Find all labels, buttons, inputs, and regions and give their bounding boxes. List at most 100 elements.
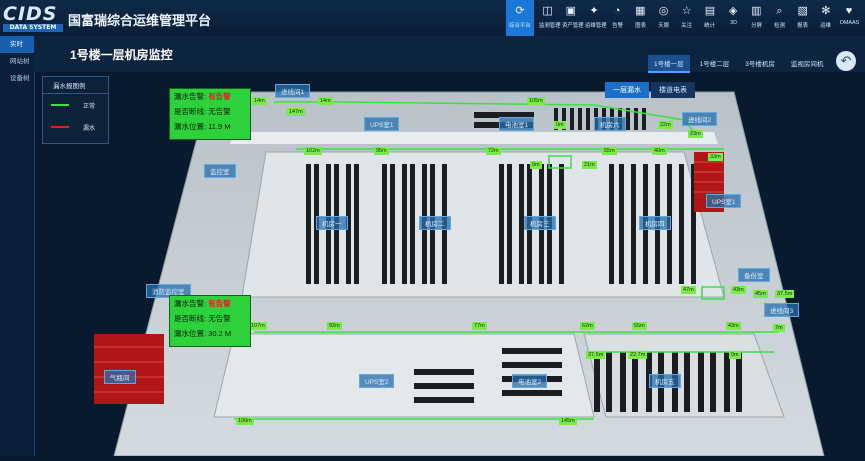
distance-marker: 55m [602,147,617,155]
nav-item-report[interactable]: ▧ 报表 [793,0,812,36]
nav-item-heart[interactable]: ♥ DMAAS [839,0,860,36]
distance-marker: 95m [374,147,389,155]
legend-item-leak: 漏水 [43,116,108,138]
legend-panel: 漏水报图例 正常 漏水 [42,76,109,144]
distance-marker: 102m [304,147,322,155]
nav-item-star[interactable]: ☆ 关注 [677,0,696,36]
legend-swatch [51,126,69,128]
distance-marker: 22m [658,121,673,129]
nav-item-gear[interactable]: ✻ 运维 [816,0,835,36]
tab-floor-2[interactable]: 1号楼二层 [694,55,736,73]
tab-floor-1[interactable]: 1号楼一层 [648,55,690,73]
nav-item-tools[interactable]: ✦ 运维管理 [584,0,607,36]
position-value: 30.2 [208,329,223,338]
room-label[interactable]: 机房三 [524,216,556,230]
sidebar-item-device-tree[interactable]: 设备树 [0,70,34,87]
nav-item-3d[interactable]: ◈ 3D [724,0,743,36]
sync-icon: ⟳ [515,5,525,17]
nav-item-cube[interactable]: ▣ 资产管理 [561,0,584,36]
room-label[interactable]: 进线间3 [764,303,800,317]
room-label[interactable]: 机房一 [316,216,348,230]
search-icon: ⌕ [776,5,783,17]
room-label[interactable]: 电池室2 [512,374,548,388]
distance-marker: 37.5m [775,290,795,298]
alarm-value: 有告警 [208,92,231,101]
tab-building-3[interactable]: 3号楼机房 [739,55,781,73]
sidebar-item-realtime[interactable]: 实时 [0,36,34,53]
alarm-label: 漏水告警: [174,299,207,308]
star-icon: ☆ [681,5,692,17]
room-label[interactable]: 进线间2 [682,112,718,126]
nav-item-sync[interactable]: ⟳ 综合平台 [506,0,534,36]
room-label[interactable]: 机房六 [594,117,626,131]
top-bar: CIDS DATA SYSTEM 国富瑞综合运维管理平台 ⟳ 综合平台 ◫ 监测管理 ▣… [0,0,865,37]
distance-marker: 43m [731,286,746,294]
sidebar: 实时 网站树 设备树 [0,36,35,456]
floor-plan-3d[interactable]: 进线间1 UPS室1 电池室1 机房六 进线间2 监控室 机房一 机房二 机房三… [34,72,865,457]
distance-marker: 0m [729,351,741,359]
leak-status-panel[interactable]: 漏水告警: 有告警 是否断线: 无告警 漏水位置: 11.9 M [169,88,251,140]
nav-label: 告警 [611,23,623,29]
room-label[interactable]: 电池室1 [499,117,535,131]
tab-monitor-room[interactable]: 监视房间机 [785,55,830,73]
nav-item-chart[interactable]: ◫ 监测管理 [538,0,561,36]
nav-label: 关注 [681,23,693,29]
nav-label: DMAAS [840,20,860,26]
room-label[interactable]: 备份室 [738,268,770,282]
distance-marker: 37.5m [586,351,606,359]
room-label[interactable]: UPS室1 [364,117,400,131]
distance-marker: 145m [559,417,577,425]
room-label[interactable]: 机房二 [419,216,451,230]
sidebar-item-site-tree[interactable]: 网站树 [0,53,34,70]
distance-marker: 14m [252,97,267,105]
distance-marker: 40m [652,147,667,155]
distance-marker: 106m [236,417,254,425]
nav-label: 3D [729,20,737,26]
distance-marker: 21m [582,161,597,169]
nav-label: 分屏 [750,23,762,29]
table-icon: ▦ [635,5,646,17]
offline-value: 无告警 [208,314,231,323]
distance-marker: 22.7m [628,351,648,359]
room-label[interactable]: UPS室1 [706,194,742,208]
app-title: 国富瑞综合运维管理平台 [68,13,212,28]
nav-label: 综合平台 [509,23,531,29]
position-unit: M [224,329,232,338]
offline-value: 无告警 [208,107,231,116]
room-label[interactable]: 进线间1 [275,84,311,98]
distance-marker: 92m [327,322,342,330]
logo-subtext: DATA SYSTEM [3,24,63,32]
room-label[interactable]: 机房四 [639,216,671,230]
distance-marker: 0m [530,161,542,169]
page-title: 1号楼一层机房监控 [70,48,173,62]
nav-item-grid[interactable]: ▤ 统计 [700,0,719,36]
logo: CIDS DATA SYSTEM [3,3,63,33]
nav-label: 天眼 [658,23,669,29]
distance-marker: 14m [318,97,333,105]
tab-meter[interactable]: 楼道电表 [651,82,695,98]
nav-item-search[interactable]: ⌕ 检测 [770,0,789,36]
eye-icon: ◎ [658,5,669,17]
distance-marker: 147m [287,108,305,116]
distance-marker: 0m [554,121,566,129]
alarm-value: 有告警 [208,299,231,308]
room-label[interactable]: 机房五 [649,374,681,388]
nav-item-eye[interactable]: ◎ 天眼 [654,0,673,36]
tab-leak[interactable]: 一层漏水 [605,82,649,98]
back-button[interactable]: ↶ [836,51,856,71]
legend-label: 正常 [83,103,96,110]
legend-title: 漏水报图例 [43,77,108,94]
leak-status-panel[interactable]: 漏水告警: 有告警 是否断线: 无告警 漏水位置: 30.2 M [169,295,251,347]
nav-item-alarm[interactable]: ◔ 告警 [608,0,627,36]
room-label[interactable]: 气瓶间 [104,370,136,384]
alarm-icon: ◔ [613,5,621,17]
room-label[interactable]: UPS室2 [359,374,395,388]
position-label: 漏水位置: [174,122,207,131]
main-nav: ⟳ 综合平台 ◫ 监测管理 ▣ 资产管理 ✦ 运维管理 ◔ 告警 ▦ 图表 ◎ 天眼 ☆ 关注 ▤ 统计 ◈ 3D ▥ 分… [506,0,865,36]
heart-icon: ♥ [845,5,853,17]
distance-marker: 62m [580,322,595,330]
room-label[interactable]: 监控室 [204,164,236,178]
nav-item-table[interactable]: ▦ 图表 [631,0,650,36]
nav-label: 报表 [797,23,809,29]
nav-item-split[interactable]: ▥ 分屏 [747,0,766,36]
